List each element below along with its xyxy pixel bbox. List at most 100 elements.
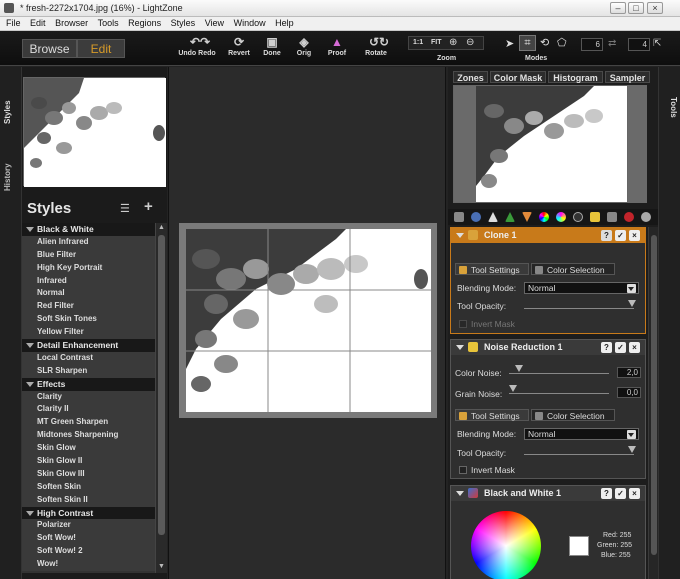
noise-color-selection-tab[interactable]: Color Selection: [531, 409, 615, 421]
remove-tool-icon[interactable]: ×: [629, 488, 640, 499]
grid-icon[interactable]: [607, 212, 617, 222]
tab-color-mask[interactable]: Color Mask: [490, 71, 546, 83]
menu-tools[interactable]: Tools: [98, 17, 119, 30]
color-noise-slider[interactable]: [509, 373, 609, 374]
clone-header[interactable]: Clone 1 ? ✓ ×: [451, 228, 645, 243]
zoom-out-icon[interactable]: ⊖: [466, 37, 474, 48]
menu-regions[interactable]: Regions: [128, 17, 161, 30]
browse-tab[interactable]: Browse: [22, 39, 77, 58]
scroll-down-icon[interactable]: ▼: [158, 563, 165, 570]
enable-checkbox[interactable]: ✓: [615, 342, 626, 353]
collapse-triangle-icon[interactable]: [456, 233, 464, 238]
style-item[interactable]: Clarity II: [22, 403, 155, 417]
left-count-field[interactable]: 6: [581, 38, 603, 51]
tab-histogram[interactable]: Histogram: [548, 71, 603, 83]
menu-browser[interactable]: Browser: [55, 17, 88, 30]
blending-mode-select[interactable]: Normal: [524, 282, 639, 294]
style-item[interactable]: Yellow Filter: [22, 326, 155, 340]
black-white-icon[interactable]: [573, 212, 583, 222]
color-tone-icon[interactable]: [590, 212, 600, 222]
orig-button[interactable]: ◈ Orig: [293, 36, 315, 57]
style-item[interactable]: MT Green Sharpen: [22, 416, 155, 430]
style-item[interactable]: Skin Glow III: [22, 467, 155, 481]
add-style-icon[interactable]: +: [144, 198, 153, 215]
red-eye-icon[interactable]: [624, 212, 634, 222]
style-group-effects[interactable]: Effects: [22, 377, 155, 391]
style-item[interactable]: Skin Glow II: [22, 455, 155, 468]
relight-icon[interactable]: [471, 212, 481, 222]
tab-zones[interactable]: Zones: [453, 71, 488, 83]
help-icon[interactable]: ?: [601, 488, 612, 499]
style-item[interactable]: Blue Filter: [22, 248, 155, 262]
style-list-menu-icon[interactable]: ☰: [120, 202, 130, 215]
style-item[interactable]: Soften Skin II: [22, 493, 155, 507]
undo-redo-button[interactable]: ↶↷ Undo Redo: [177, 36, 217, 57]
style-group-high-contrast[interactable]: High Contrast: [22, 506, 155, 520]
menu-styles[interactable]: Styles: [171, 17, 196, 30]
collapse-triangle-icon[interactable]: [456, 345, 464, 350]
maximize-button[interactable]: □: [628, 2, 644, 14]
invert-mask-checkbox[interactable]: [459, 466, 467, 474]
menu-file[interactable]: File: [6, 17, 21, 30]
style-item[interactable]: Soft Skin Tones: [22, 313, 155, 327]
invert-mask-checkbox[interactable]: [459, 320, 467, 328]
revert-button[interactable]: ⟳ Revert: [225, 36, 253, 57]
close-button[interactable]: ×: [647, 2, 663, 14]
image-canvas-area[interactable]: [168, 67, 446, 579]
slider-thumb[interactable]: [515, 365, 523, 372]
style-item[interactable]: Wow!: [22, 558, 155, 572]
blur-icon[interactable]: [522, 212, 532, 222]
scroll-up-icon[interactable]: ▲: [158, 224, 165, 231]
history-side-tab[interactable]: History: [3, 152, 19, 202]
hue-saturation-icon[interactable]: [556, 212, 566, 222]
remove-tool-icon[interactable]: ×: [629, 342, 640, 353]
slider-thumb[interactable]: [509, 385, 517, 392]
style-item[interactable]: Infrared: [22, 274, 155, 288]
grain-noise-value[interactable]: 0,0: [617, 387, 641, 398]
rotate-button[interactable]: ↺↻ Rotate: [362, 36, 390, 57]
help-icon[interactable]: ?: [601, 230, 612, 241]
menu-window[interactable]: Window: [234, 17, 266, 30]
style-item[interactable]: Clarity: [22, 390, 155, 404]
edited-image[interactable]: [186, 229, 431, 412]
styles-scrollbar[interactable]: ▲ ▼: [155, 223, 167, 573]
style-item[interactable]: Alien Infrared: [22, 235, 155, 249]
slider-thumb[interactable]: [628, 446, 636, 453]
right-count-field[interactable]: 4: [628, 38, 650, 51]
style-item[interactable]: Polarizer: [22, 519, 155, 533]
tools-scrollbar[interactable]: [648, 227, 658, 579]
arrow-pointer-icon[interactable]: ➤: [505, 37, 514, 50]
tools-side-tab[interactable]: Tools: [662, 87, 678, 127]
tool-opacity-slider[interactable]: [524, 308, 634, 309]
slider-thumb[interactable]: [628, 300, 636, 307]
expand-icon[interactable]: ⇱: [653, 38, 661, 49]
style-item[interactable]: High Key Portrait: [22, 261, 155, 275]
zoom-in-icon[interactable]: ⊕: [449, 37, 457, 48]
style-group-black-white[interactable]: Black & White: [22, 223, 155, 236]
zoom-fit-button[interactable]: FIT: [431, 39, 442, 46]
tab-sampler[interactable]: Sampler: [605, 71, 650, 83]
style-item[interactable]: Skin Glow: [22, 442, 155, 456]
crop-icon[interactable]: ⌗: [519, 35, 536, 51]
enable-checkbox[interactable]: ✓: [615, 230, 626, 241]
zone-mapper-icon[interactable]: [454, 212, 464, 222]
style-item[interactable]: Midtones Sharpening: [22, 429, 155, 443]
collapse-triangle-icon[interactable]: [456, 491, 464, 496]
blending-mode-select[interactable]: Normal: [524, 428, 639, 440]
enable-checkbox[interactable]: ✓: [615, 488, 626, 499]
style-item[interactable]: SLR Sharpen: [22, 364, 155, 378]
style-item[interactable]: Red Filter: [22, 300, 155, 314]
style-item[interactable]: Normal: [22, 287, 155, 301]
noise-tool-settings-tab[interactable]: Tool Settings: [455, 409, 529, 421]
region-icon[interactable]: ⬠: [557, 36, 567, 49]
proof-button[interactable]: ▲ Proof: [325, 36, 349, 57]
zoom-1to1-button[interactable]: 1:1: [413, 39, 423, 46]
color-balance-icon[interactable]: [539, 212, 549, 222]
tool-opacity-slider[interactable]: [524, 454, 634, 455]
noise-header[interactable]: Noise Reduction 1 ? ✓ ×: [451, 340, 645, 355]
done-button[interactable]: ▣ Done: [260, 36, 284, 57]
styles-side-tab[interactable]: Styles: [3, 87, 19, 137]
clone-color-selection-tab[interactable]: Color Selection: [531, 263, 615, 275]
noise-icon[interactable]: [505, 212, 515, 222]
style-item[interactable]: Soft Wow! 2: [22, 545, 155, 559]
